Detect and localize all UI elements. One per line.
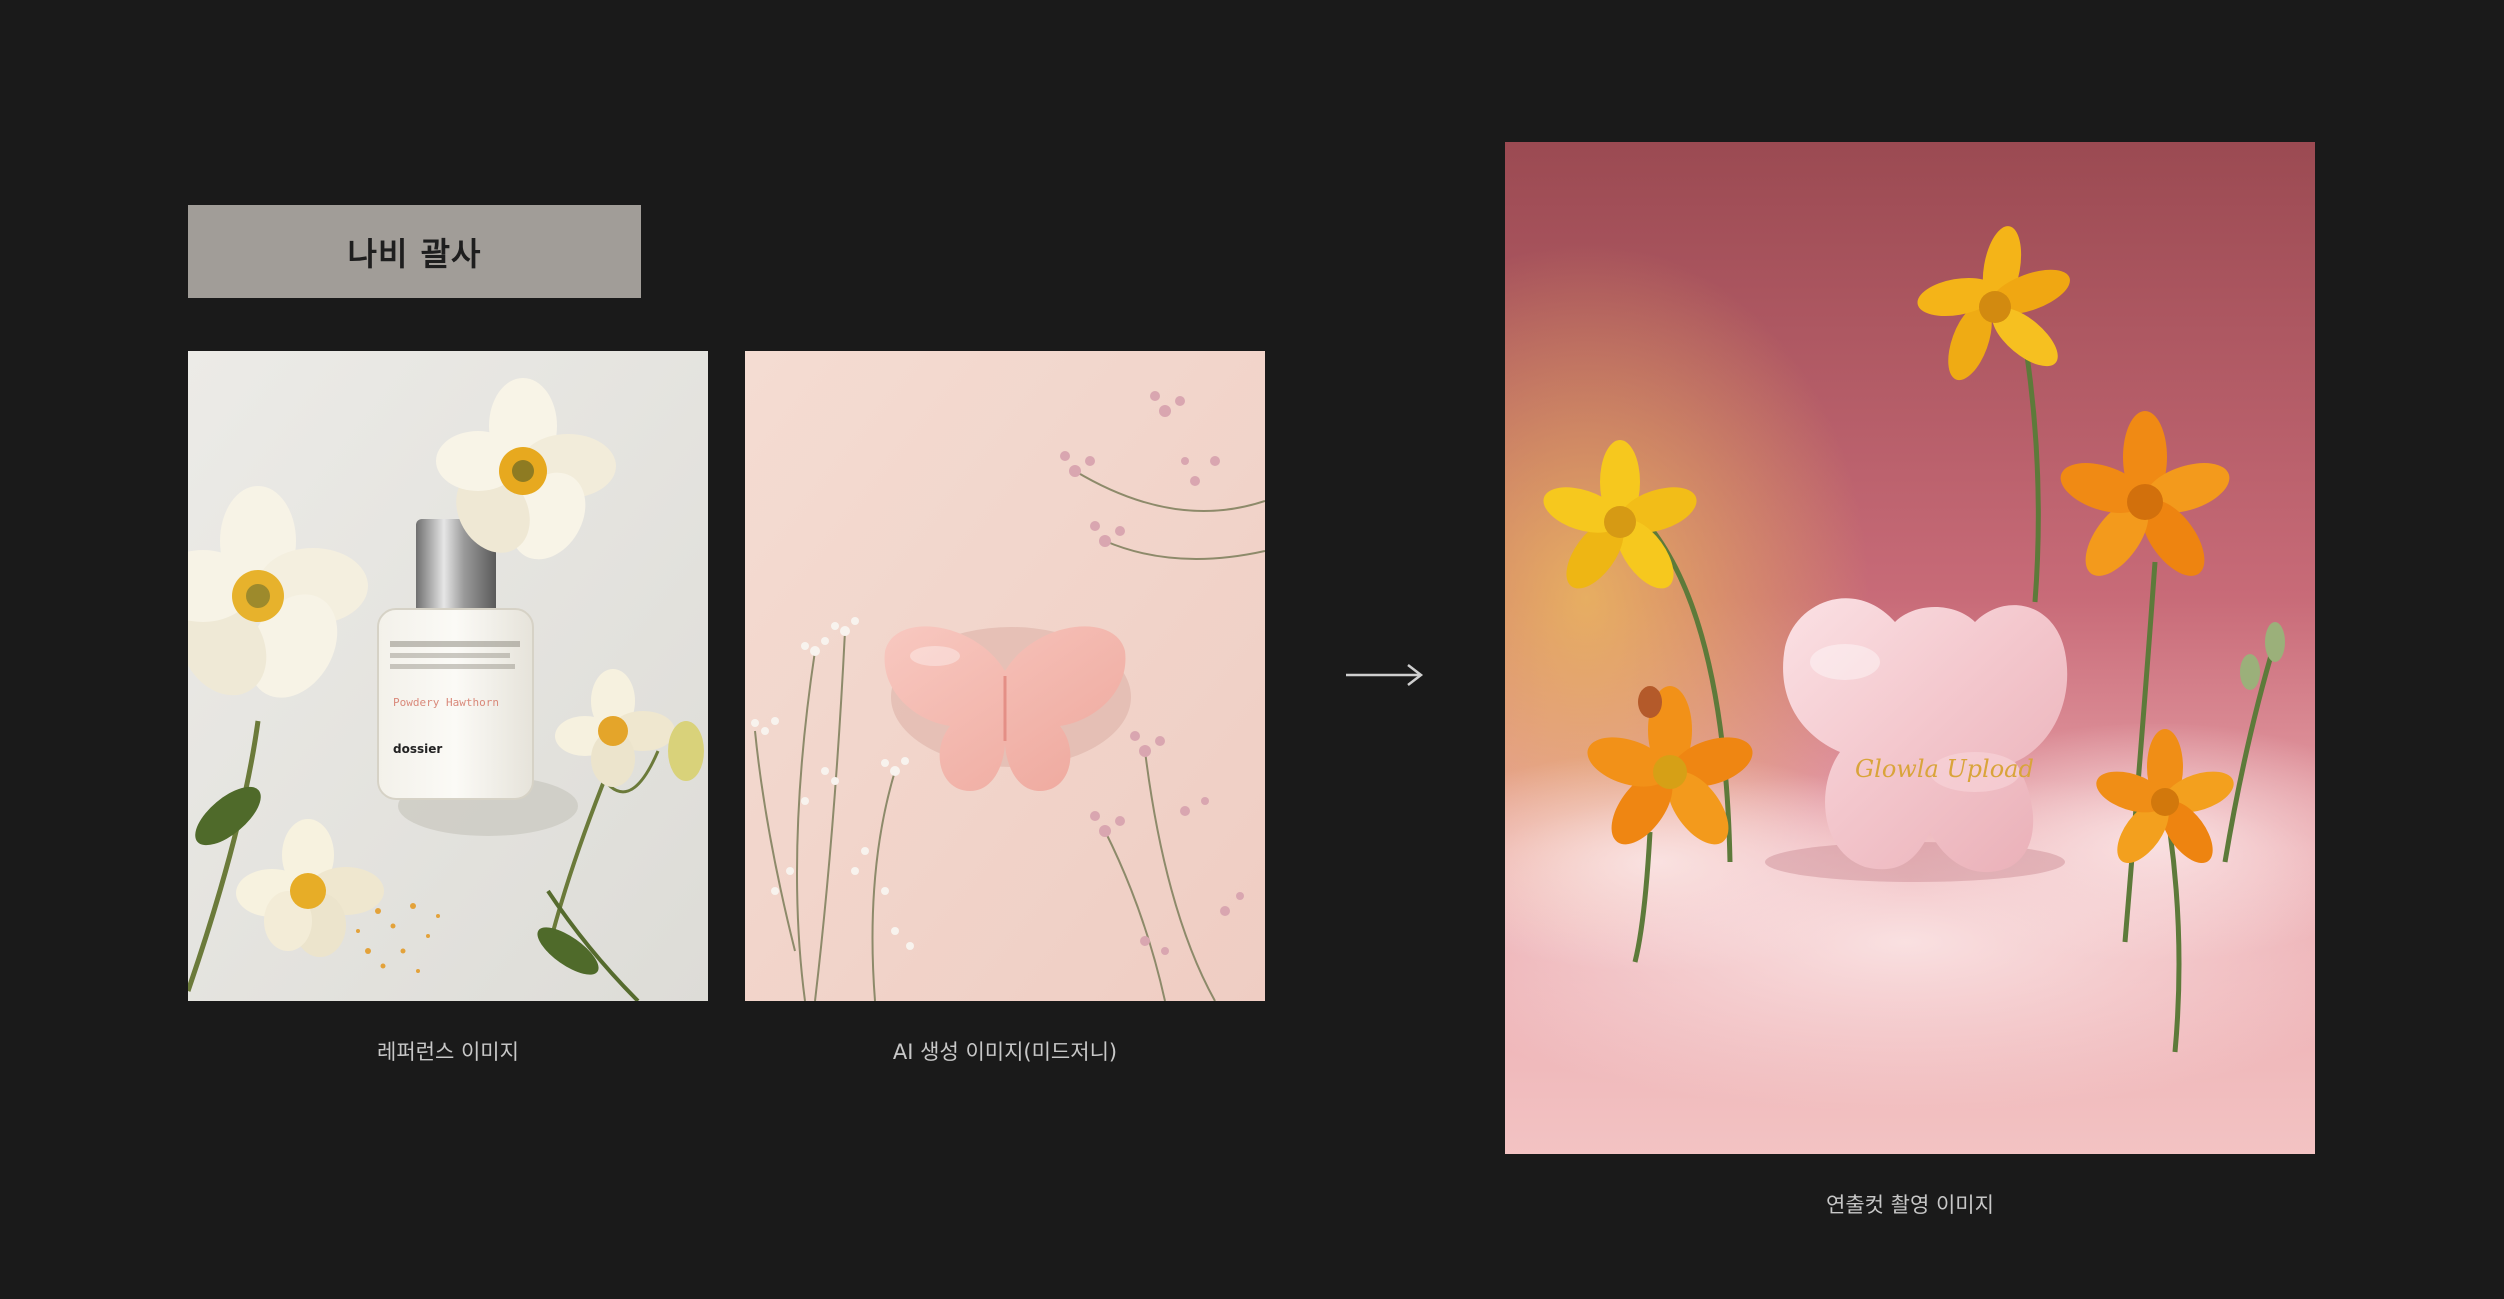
ai-generated-caption: AI 생성 이미지(미드저니) <box>892 1040 1118 1064</box>
page-title: 나비 괄사 <box>347 234 482 273</box>
ai-generated-image <box>745 351 1265 1001</box>
comparison-board: 나비 괄사 Powdery Hawthorn dossier 레퍼런스 이미지 … <box>0 0 2504 1299</box>
final-shot-image: Glowla Upload <box>1505 142 2315 1154</box>
arrow-right-icon <box>1346 664 1424 686</box>
reference-caption: 레퍼런스 이미지 <box>377 1040 519 1064</box>
title-badge: 나비 괄사 <box>188 205 641 298</box>
final-shot-caption: 연출컷 촬영 이미지 <box>1826 1193 1994 1217</box>
reference-image: Powdery Hawthorn dossier <box>188 351 708 1001</box>
bottle-brand: dossier <box>393 742 442 756</box>
engraving-text: Glowla Upload <box>1855 755 2034 783</box>
bottle-label: Powdery Hawthorn <box>393 696 499 709</box>
